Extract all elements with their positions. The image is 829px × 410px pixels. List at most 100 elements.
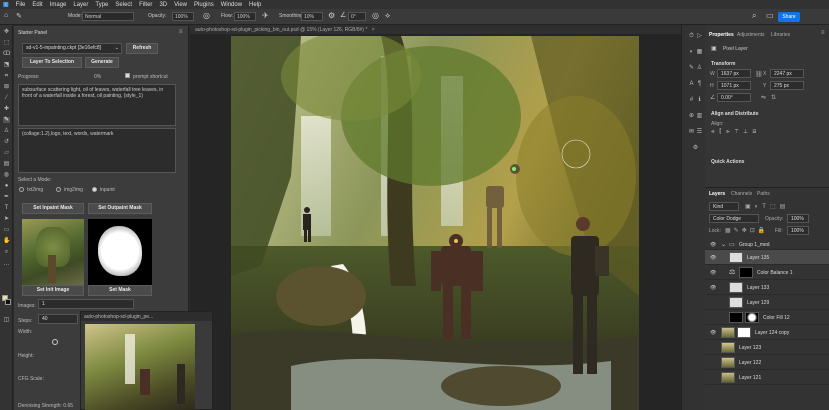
layer-row[interactable]: Layer 123 <box>705 340 829 355</box>
color-icon[interactable]: ◐ <box>688 49 695 55</box>
set-mask-button[interactable]: Set Mask <box>88 285 152 296</box>
inpaint-radio[interactable] <box>92 187 97 192</box>
workspace-icon[interactable]: ▭ <box>766 11 774 20</box>
mode-select[interactable]: Normal <box>82 12 134 21</box>
visibility-eye-icon[interactable]: 👁 <box>710 270 716 276</box>
document-tab[interactable]: auto-photoshop-sd-plugin_picking_bin_out… <box>190 25 681 34</box>
layer-filter-kind[interactable]: Kind <box>709 202 739 211</box>
layer-row[interactable]: Color Fill 12 <box>705 310 829 325</box>
set-init-image-button[interactable]: Set Init Image <box>22 285 84 296</box>
clone-source-icon[interactable]: ♙ <box>696 65 703 71</box>
pressure-opacity-icon[interactable]: ◎ <box>203 11 210 20</box>
menu-help[interactable]: Help <box>249 2 261 8</box>
transform-section-title[interactable]: Transform <box>711 61 735 67</box>
img2img-radio[interactable] <box>56 187 61 192</box>
brush-tool-icon[interactable]: ✎ <box>3 117 10 123</box>
negative-prompt-textarea[interactable]: (collage:1.2),logo, text, words, waterma… <box>18 128 176 173</box>
healing-tool-icon[interactable]: ✚ <box>3 106 10 112</box>
pen-tool-icon[interactable]: ✒ <box>3 194 10 200</box>
symmetry-icon[interactable]: ⟡ <box>385 11 390 21</box>
layer-row[interactable]: 👁 Layer 124 copy <box>705 325 829 340</box>
layer-row-selected[interactable]: 👁 Layer 135 <box>705 250 829 265</box>
width-field[interactable]: 1637 px <box>717 69 751 78</box>
background-color-swatch[interactable] <box>5 299 11 305</box>
histogram-icon[interactable]: ▥ <box>696 113 703 119</box>
steps-field[interactable]: 40 <box>38 314 78 324</box>
tab-paths[interactable]: Paths <box>757 191 770 197</box>
refresh-button[interactable]: Refresh <box>126 43 158 54</box>
menu-file[interactable]: File <box>16 2 26 8</box>
more-tools-icon[interactable]: … <box>3 261 10 267</box>
navigator-icon[interactable]: ⊕ <box>688 113 695 119</box>
character-icon[interactable]: A <box>688 81 695 87</box>
brush-settings-icon[interactable]: ✎ <box>688 65 695 71</box>
brush-tool-icon[interactable]: ✎ <box>16 12 22 20</box>
prompt-textarea[interactable]: subsurface scattering light, oil of leav… <box>18 84 176 126</box>
flip-horizontal-icon[interactable]: ⇋ <box>761 94 766 101</box>
plugin-icon[interactable]: ⚙ <box>692 145 699 151</box>
share-button[interactable]: Share <box>778 12 800 22</box>
angle-field[interactable]: 0° <box>348 12 366 21</box>
actions-icon[interactable]: ▷ <box>696 33 703 39</box>
document-canvas[interactable] <box>231 36 639 410</box>
width-slider-handle[interactable] <box>52 339 58 345</box>
layer-row[interactable]: 👁 ⌄ ▭ Group 1_med <box>705 239 829 250</box>
shape-tool-icon[interactable]: ▭ <box>3 227 10 233</box>
frame-tool-icon[interactable]: ⊠ <box>3 84 10 90</box>
tab-layers[interactable]: Layers <box>709 191 725 197</box>
paragraph-icon[interactable]: ¶ <box>696 81 703 87</box>
set-inpaint-mask-button[interactable]: Set Inpaint Mask <box>22 203 84 214</box>
object-select-tool-icon[interactable]: ⬔ <box>3 62 10 68</box>
menu-type[interactable]: Type <box>95 2 108 8</box>
menu-edit[interactable]: Edit <box>32 2 42 8</box>
height-field[interactable]: 1071 px <box>717 81 751 90</box>
menu-select[interactable]: Select <box>115 2 132 8</box>
y-field[interactable]: 275 px <box>770 81 804 90</box>
info-icon[interactable]: ℹ <box>696 97 703 103</box>
pressure-size-icon[interactable]: ◎ <box>372 11 379 20</box>
visibility-eye-icon[interactable]: 👁 <box>710 255 716 261</box>
quick-mask-icon[interactable]: ◫ <box>3 317 10 323</box>
eraser-tool-icon[interactable]: ▱ <box>3 150 10 156</box>
menu-layer[interactable]: Layer <box>73 2 88 8</box>
gradient-tool-icon[interactable]: ▤ <box>3 161 10 167</box>
model-select[interactable]: sd-v1-5-inpainting.ckpt [3e16efc8] ⌄ <box>22 43 122 54</box>
swatches-icon[interactable]: ▦ <box>696 49 703 55</box>
tab-properties[interactable]: Properties <box>709 32 734 38</box>
align-section-title[interactable]: Align and Distribute <box>711 111 759 117</box>
blur-tool-icon[interactable]: ◍ <box>3 172 10 178</box>
link-icon[interactable]: ⛓ <box>755 71 763 78</box>
visibility-eye-icon[interactable]: 👁 <box>710 242 716 248</box>
glyphs-icon[interactable]: # <box>688 97 695 103</box>
layer-row[interactable]: Layer 129 <box>705 295 829 310</box>
libraries-icon[interactable]: ☰ <box>696 129 703 135</box>
menu-filter[interactable]: Filter <box>139 2 152 8</box>
tab-libraries[interactable]: Libraries <box>771 32 790 38</box>
marquee-tool-icon[interactable]: ⬚ <box>3 40 10 46</box>
flow-field[interactable]: 100% <box>234 12 256 21</box>
path-select-tool-icon[interactable]: ➤ <box>3 216 10 222</box>
dodge-tool-icon[interactable]: ● <box>3 183 10 189</box>
images-field[interactable]: 1 <box>38 299 134 309</box>
stamp-tool-icon[interactable]: ♙ <box>3 128 10 134</box>
settings-gear-icon[interactable]: ⚙ <box>328 11 335 20</box>
zoom-tool-icon[interactable]: ⌕ <box>3 249 10 255</box>
panel-menu-icon[interactable]: ≡ <box>179 29 183 35</box>
visibility-eye-icon[interactable]: 👁 <box>710 330 716 336</box>
quick-actions-title[interactable]: Quick Actions <box>711 159 744 165</box>
layer-opacity-field[interactable]: 100% <box>787 214 809 223</box>
menu-window[interactable]: Window <box>221 2 242 8</box>
angle-field[interactable]: 0.00° <box>717 93 751 102</box>
preview-window[interactable]: auto-photoshop-sd-plugin_pe... <box>80 311 213 410</box>
hand-tool-icon[interactable]: ✋ <box>3 238 10 244</box>
visibility-eye-icon[interactable]: 👁 <box>710 285 716 291</box>
layer-row[interactable]: 👁 ⚖ Color Balance 1 <box>705 265 829 280</box>
airbrush-icon[interactable]: ✈ <box>262 11 269 20</box>
flip-vertical-icon[interactable]: ⇅ <box>771 94 776 101</box>
history-icon[interactable]: ⏱ <box>688 33 695 39</box>
panel-menu-icon[interactable]: ≡ <box>821 30 825 36</box>
layer-row[interactable]: Layer 121 <box>705 370 829 385</box>
menu-3d[interactable]: 3D <box>159 2 167 8</box>
chevron-down-icon[interactable]: ⌄ <box>721 241 726 248</box>
blend-mode-select[interactable]: Color Dodge <box>709 214 759 223</box>
